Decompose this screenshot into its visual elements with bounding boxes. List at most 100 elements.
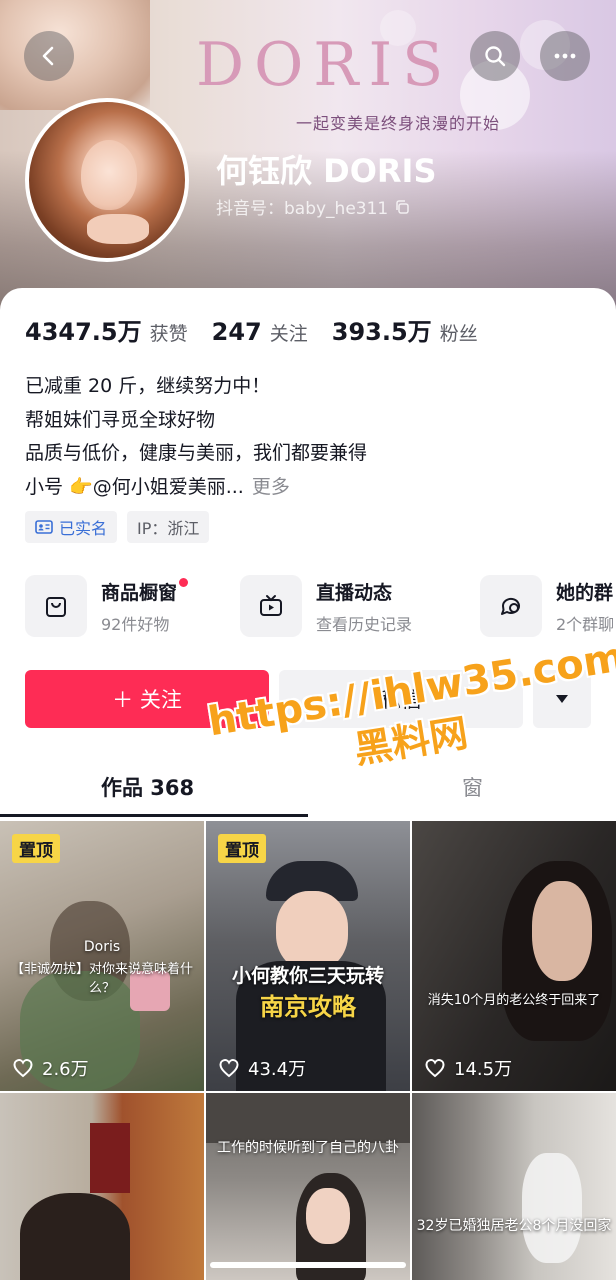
verified-tag-label: 已实名: [59, 519, 108, 538]
video-caption-title: Doris: [83, 939, 121, 955]
service-live[interactable]: 直播动态 查看历史记录: [240, 575, 412, 637]
video-thumbnail-ceiling: [206, 1093, 410, 1143]
video-tile[interactable]: 置顶 小何教你三天玩转 南京攻略 43.4万: [206, 821, 410, 1091]
video-caption: 工作的时候听到了自己的八卦: [217, 1140, 399, 1156]
video-tile[interactable]: 32岁已婚独居老公8个月没回家: [412, 1093, 616, 1280]
profile-bio: 已减重 20 斤，继续努力中！ 帮姐妹们寻觅全球好物 品质与低价，健康与美丽，我…: [25, 370, 367, 504]
banner-slogan: 一起变美是终身浪漫的开始: [296, 114, 501, 133]
tv-icon: [260, 595, 282, 616]
pinned-badge: 置顶: [218, 834, 266, 863]
bio-line: 帮姐妹们寻觅全球好物: [25, 408, 216, 431]
service-icon-box: [25, 575, 87, 637]
stat-label: 关注: [269, 323, 308, 345]
avatar-face: [81, 140, 137, 210]
video-thumbnail-decoration: [90, 1123, 130, 1193]
heart-icon: [13, 1059, 33, 1078]
notification-dot: [179, 577, 189, 587]
search-button[interactable]: [470, 31, 520, 81]
back-button[interactable]: [24, 31, 74, 81]
service-subtitle: 2个群聊: [556, 614, 615, 634]
chevron-left-icon: [42, 46, 54, 66]
stat-label: 粉丝: [439, 323, 478, 345]
heart-icon: [425, 1059, 445, 1078]
avatar-hand: [87, 214, 149, 244]
service-subtitle: 查看历史记录: [316, 614, 413, 634]
bio-line: 品质与低价，健康与美丽，我们都要兼得: [25, 442, 368, 464]
profile-stats: 4347.5万 获赞 247 关注 393.5万 粉丝: [25, 312, 478, 347]
video-tile[interactable]: 工作的时候听到了自己的八卦: [206, 1093, 410, 1280]
video-caption-highlight: 南京攻略: [260, 993, 356, 1021]
follow-button[interactable]: ＋ 关注: [25, 670, 269, 728]
profile-card: 4347.5万 获赞 247 关注 393.5万 粉丝 已减重 20 斤，继续努…: [0, 288, 616, 1280]
service-text: 她的群 2个群聊: [556, 578, 614, 635]
search-icon: [485, 46, 506, 67]
stat-likes: 4347.5万 获赞: [25, 312, 188, 347]
douyin-id[interactable]: 抖音号：baby_he311: [216, 194, 410, 219]
video-thumbnail-face: [276, 891, 348, 971]
video-likes-count: 43.4万: [248, 1059, 307, 1080]
copy-icon[interactable]: [394, 199, 410, 215]
video-caption: 小何教你三天玩转: [231, 965, 384, 987]
stat-followers[interactable]: 393.5万 粉丝: [332, 312, 478, 347]
recommend-toggle-button[interactable]: [533, 670, 591, 728]
bio-line: 小号 👉@何小姐爱美丽...: [25, 475, 244, 498]
banner-portrait-image: [0, 0, 150, 110]
ip-location-tag: IP：浙江: [127, 511, 210, 543]
chat-group-icon: [501, 597, 520, 615]
video-caption: 32岁已婚独居老公8个月没回家: [416, 1218, 612, 1234]
shopping-bag-icon: [46, 597, 66, 617]
profile-tags: 已实名 IP：浙江: [25, 511, 210, 543]
video-thumbnail-figure: [522, 1153, 582, 1263]
heart-icon: [219, 1059, 239, 1078]
stat-label: 获赞: [149, 323, 188, 345]
service-title-row: 商品橱窗: [101, 577, 189, 605]
video-likes: 14.5万: [424, 1055, 512, 1081]
stat-value: 393.5万: [331, 318, 432, 346]
video-likes-count: 14.5万: [454, 1059, 513, 1080]
service-title: 直播动态: [316, 581, 393, 604]
video-thumbnail-face: [306, 1188, 350, 1244]
display-name: 何钰欣 DORIS: [216, 152, 437, 190]
video-likes: 43.4万: [218, 1055, 306, 1081]
ip-location-label: IP：浙江: [137, 519, 200, 538]
message-button[interactable]: 私信: [279, 670, 523, 728]
tab-showcase[interactable]: 窗: [462, 772, 483, 802]
id-card-icon: [35, 520, 53, 534]
service-title: 商品橱窗: [101, 581, 178, 604]
video-likes-count: 2.6万: [42, 1059, 89, 1080]
video-thumbnail-face: [532, 881, 592, 981]
bio-line: 已减重 20 斤，继续努力中！: [25, 375, 271, 397]
video-tile[interactable]: [0, 1093, 204, 1280]
service-entries: 商品橱窗 92件好物 直播动态 查看历史记录 她的群 2个群聊: [25, 575, 616, 641]
bio-more-link[interactable]: 更多: [252, 476, 290, 498]
pinned-badge: 置顶: [12, 834, 60, 863]
caret-down-icon: [556, 695, 568, 703]
stat-value: 247: [211, 318, 262, 346]
service-subtitle: 92件好物: [101, 614, 170, 634]
video-caption: 消失10个月的老公终于回来了: [427, 993, 601, 1008]
profile-actions: ＋ 关注 私信: [25, 670, 591, 728]
service-showcase[interactable]: 商品橱窗 92件好物: [25, 575, 189, 637]
tab-works[interactable]: 作品 368: [101, 772, 194, 802]
more-options-button[interactable]: [540, 31, 590, 81]
service-text: 商品橱窗 92件好物: [101, 577, 189, 635]
tab-active-indicator: [0, 814, 308, 817]
more-dots-icon: [554, 53, 576, 59]
verified-tag[interactable]: 已实名: [25, 511, 118, 543]
video-likes: 2.6万: [12, 1055, 89, 1081]
home-indicator: [210, 1262, 406, 1268]
service-text: 直播动态 查看历史记录: [316, 578, 412, 635]
video-tile[interactable]: 置顶 Doris 【非诚勿扰】对你来说意味着什么？ 2.6万: [0, 821, 204, 1091]
video-tile[interactable]: 消失10个月的老公终于回来了 14.5万: [412, 821, 616, 1091]
video-thumbnail-figure: [20, 1193, 130, 1280]
video-caption: 【非诚勿扰】对你来说意味着什么？: [10, 962, 193, 996]
service-icon-box: [480, 575, 542, 637]
service-title: 她的群: [556, 581, 614, 604]
banner-brand-text: DORIS: [196, 30, 454, 100]
bio-line-last: 小号 👉@何小姐爱美丽... 更多: [25, 471, 367, 505]
profile-avatar[interactable]: [25, 98, 189, 262]
content-tabs: 作品 368 窗: [0, 764, 616, 817]
service-groups[interactable]: 她的群 2个群聊: [480, 575, 614, 637]
stat-following[interactable]: 247 关注: [212, 318, 308, 346]
douyin-id-text: 抖音号：baby_he311: [216, 199, 389, 219]
